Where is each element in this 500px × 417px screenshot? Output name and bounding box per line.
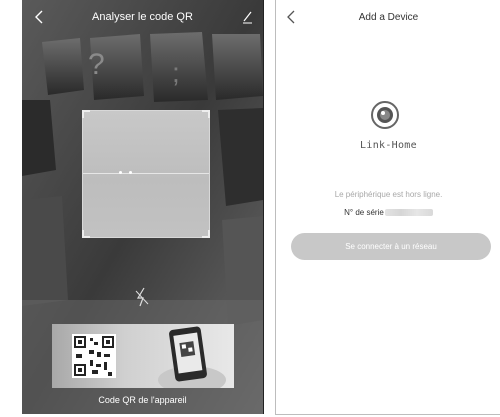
qr-scan-viewfinder xyxy=(82,110,210,238)
svg-text:;: ; xyxy=(172,57,180,88)
serial-number-row: N° de série xyxy=(276,208,500,217)
back-button[interactable] xyxy=(28,6,48,28)
scan-line xyxy=(83,173,209,174)
link-home-camera-logo-icon xyxy=(371,101,399,129)
connect-to-network-button[interactable]: Se connecter à un réseau xyxy=(291,233,491,260)
flash-off-icon xyxy=(135,287,149,307)
brand-name: Link-Home xyxy=(360,140,417,151)
pencil-icon xyxy=(243,11,252,24)
chevron-left-icon xyxy=(34,10,42,24)
qr-hint-illustration xyxy=(52,324,234,394)
svg-text:?: ? xyxy=(88,48,105,81)
qr-hint-caption: Code QR de l'appareil xyxy=(98,395,187,405)
flash-toggle-button[interactable] xyxy=(134,286,150,308)
edit-button[interactable] xyxy=(237,6,257,28)
back-button[interactable] xyxy=(280,6,300,28)
page-title: Add a Device xyxy=(358,11,419,23)
qr-scan-header: Analyser le code QR xyxy=(22,0,263,34)
qr-scan-screen: ? ; Analyser le code QR Code QR de l'app… xyxy=(22,0,264,414)
add-device-header: Add a Device xyxy=(276,0,500,34)
serial-number-value-redacted xyxy=(384,209,433,217)
chevron-left-icon xyxy=(286,10,294,24)
page-title: Analyser le code QR xyxy=(92,11,193,23)
smartphone-scanning-icon xyxy=(158,326,226,394)
qr-code-icon xyxy=(72,334,116,378)
serial-number-label: N° de série xyxy=(344,208,384,217)
offline-status-text: Le périphérique est hors ligne. xyxy=(334,190,443,199)
add-device-screen: Add a Device Link-Home Le périphérique e… xyxy=(275,0,500,415)
